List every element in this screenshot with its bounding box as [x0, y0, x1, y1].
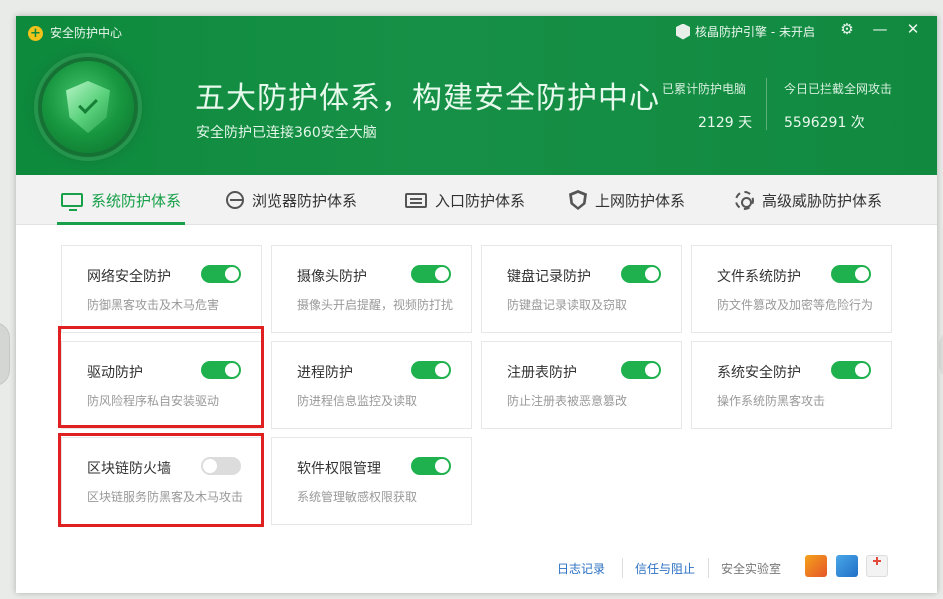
- keylogger-toggle[interactable]: [621, 265, 661, 283]
- tab-browser-protection[interactable]: 浏览器防护体系: [226, 175, 357, 225]
- card-description: 防键盘记录读取及窃取: [507, 298, 628, 312]
- minimize-icon[interactable]: —: [869, 20, 891, 38]
- tab-system-protection[interactable]: 系统防护体系: [56, 175, 186, 225]
- stat-blocked-attacks-label: 今日已拦截全网攻击: [784, 82, 893, 96]
- card-title: 注册表防护: [507, 365, 577, 381]
- engine-status-label: 核晶防护引擎 - 未开启: [695, 25, 815, 39]
- log-records-link[interactable]: 日志记录: [557, 560, 605, 577]
- system-security-toggle[interactable]: [831, 361, 871, 379]
- card-title: 文件系统防护: [717, 269, 801, 285]
- lab-settings-icon[interactable]: [836, 555, 858, 577]
- tab-bar: 系统防护体系 浏览器防护体系 入口防护体系 上网防护体系 高级威胁防护体系: [16, 175, 937, 225]
- background-window-edge: [0, 322, 10, 386]
- tab-advanced-threat-protection[interactable]: 高级威胁防护体系: [735, 175, 882, 225]
- card-keylogger: 键盘记录防护 防键盘记录读取及窃取: [481, 245, 682, 333]
- camera-toggle[interactable]: [411, 265, 451, 283]
- entry-icon: [405, 192, 427, 208]
- card-title: 键盘记录防护: [507, 269, 591, 285]
- tab-label: 入口防护体系: [435, 191, 526, 210]
- background-window-edge-right: [939, 330, 943, 380]
- tab-label: 高级威胁防护体系: [762, 191, 883, 210]
- card-description: 操作系统防黑客攻击: [717, 394, 826, 408]
- stat-protected-days-label: 已累计防护电脑: [662, 82, 747, 96]
- card-description: 摄像头开启提醒，视频防打扰: [297, 298, 454, 312]
- header-banner: + 安全防护中心 核晶防护引擎 - 未开启 ⚙ — ✕ 五大防护体系，构建安全防…: [16, 16, 937, 175]
- footer-divider: [622, 558, 623, 578]
- card-title: 软件权限管理: [297, 461, 381, 477]
- lab-firstaid-icon[interactable]: [866, 555, 888, 577]
- app-logo-icon: +: [28, 26, 43, 41]
- card-description: 防止注册表被恶意篡改: [507, 394, 628, 408]
- shield-logo: [42, 61, 134, 153]
- browser-icon: [226, 191, 244, 209]
- highlight-box-driver: [58, 326, 264, 428]
- core-engine-status[interactable]: 核晶防护引擎 - 未开启: [676, 23, 815, 40]
- card-title: 系统安全防护: [717, 365, 801, 381]
- card-system-security: 系统安全防护 操作系统防黑客攻击: [691, 341, 892, 429]
- card-title: 摄像头防护: [297, 269, 367, 285]
- card-network-security: 网络安全防护 防御黑客攻击及木马危害: [61, 245, 262, 333]
- software-permission-toggle[interactable]: [411, 457, 451, 475]
- card-title: 网络安全防护: [87, 269, 171, 285]
- process-toggle[interactable]: [411, 361, 451, 379]
- tab-label: 系统防护体系: [91, 191, 182, 210]
- tab-label: 上网防护体系: [595, 191, 686, 210]
- page-headline: 五大防护体系，构建安全防护中心: [195, 81, 660, 116]
- card-description: 防文件篡改及加密等危险行为: [717, 298, 874, 312]
- security-center-window: + 安全防护中心 核晶防护引擎 - 未开启 ⚙ — ✕ 五大防护体系，构建安全防…: [16, 16, 937, 593]
- connection-status: 安全防护已连接360安全大脑: [196, 125, 377, 141]
- tab-entry-protection[interactable]: 入口防护体系: [405, 175, 525, 225]
- stat-divider: [766, 78, 767, 130]
- file-system-toggle[interactable]: [831, 265, 871, 283]
- gear-icon: [735, 190, 754, 210]
- app-title: 安全防护中心: [50, 26, 123, 40]
- footer-divider: [708, 558, 709, 578]
- card-camera: 摄像头防护 摄像头开启提醒，视频防打扰: [271, 245, 472, 333]
- card-title: 进程防护: [297, 365, 353, 381]
- highlight-box-blockchain: [58, 433, 264, 527]
- card-description: 防进程信息监控及读取: [297, 394, 418, 408]
- card-description: 防御黑客攻击及木马危害: [87, 298, 220, 312]
- close-icon[interactable]: ✕: [902, 20, 924, 38]
- trust-block-link[interactable]: 信任与阻止: [635, 560, 695, 577]
- card-registry: 注册表防护 防止注册表被恶意篡改: [481, 341, 682, 429]
- shield-pulse-icon: [569, 190, 587, 210]
- lab-tool-icon[interactable]: [805, 555, 827, 577]
- registry-toggle[interactable]: [621, 361, 661, 379]
- network-security-toggle[interactable]: [201, 265, 241, 283]
- stat-protected-days-value: 2129 天: [698, 115, 753, 131]
- monitor-icon: [61, 193, 83, 211]
- tab-label: 浏览器防护体系: [252, 191, 358, 210]
- tab-internet-protection[interactable]: 上网防护体系: [569, 175, 685, 225]
- card-software-permission: 软件权限管理 系统管理敏感权限获取: [271, 437, 472, 525]
- settings-gear-icon[interactable]: ⚙: [836, 20, 858, 38]
- plus-icon-v: [876, 557, 878, 565]
- card-process: 进程防护 防进程信息监控及读取: [271, 341, 472, 429]
- card-description: 系统管理敏感权限获取: [297, 490, 418, 504]
- security-lab-label: 安全实验室: [721, 562, 782, 576]
- stat-blocked-attacks-value: 5596291 次: [784, 115, 865, 131]
- card-file-system: 文件系统防护 防文件篡改及加密等危险行为: [691, 245, 892, 333]
- engine-shield-icon: [676, 23, 690, 40]
